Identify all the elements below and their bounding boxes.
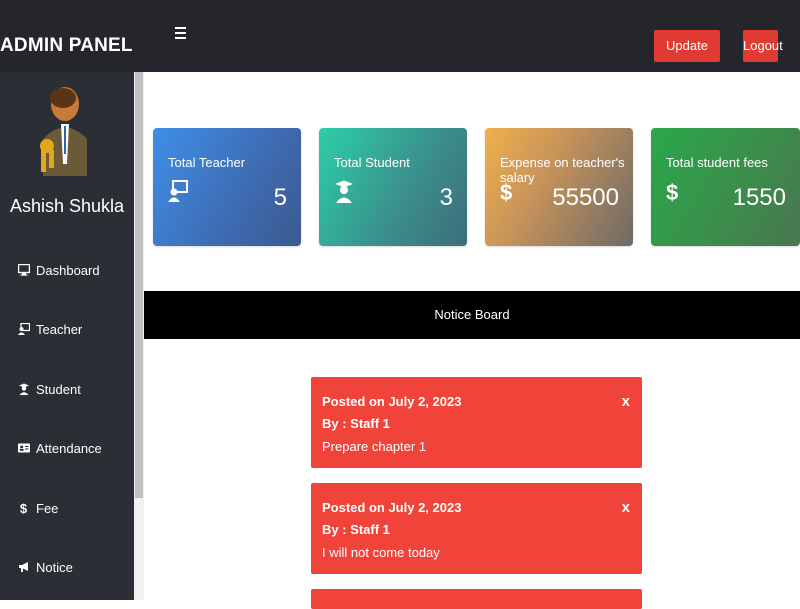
sidebar-item-label: Dashboard xyxy=(36,262,100,278)
notice-author: By : Staff 1 xyxy=(322,416,390,431)
close-icon[interactable]: x xyxy=(622,499,630,516)
notice-board-header: Notice Board xyxy=(144,291,800,339)
id-card-icon xyxy=(17,442,30,455)
stat-card-student-fees: Total student fees $ 1550 xyxy=(651,128,800,246)
megaphone-icon xyxy=(17,561,30,574)
teacher-icon xyxy=(17,323,30,336)
sidebar-scrollbar[interactable] xyxy=(134,72,144,600)
sidebar-item-label: Fee xyxy=(36,500,59,516)
notice-message: Prepare chapter 1 xyxy=(322,439,427,454)
stat-card-total-teacher: Total Teacher 5 xyxy=(153,128,301,246)
card-title: Total Teacher xyxy=(168,155,246,170)
sidebar-item-attendance[interactable]: Attendance xyxy=(17,439,102,457)
sidebar-item-dashboard[interactable]: Dashboard xyxy=(17,261,100,279)
top-navbar: ADMIN PANEL Update Profile Logout xyxy=(0,0,800,85)
notice-author: By : Staff 1 xyxy=(322,522,390,537)
close-icon[interactable]: x xyxy=(622,393,630,410)
sidebar: Ashish Shukla Dashboard Teacher Student … xyxy=(0,72,134,600)
notice-card: Posted on July 2, 2023 By : Staff 1 I wi… xyxy=(311,483,642,574)
sidebar-item-label: Notice xyxy=(36,559,73,575)
card-title: Total Student xyxy=(334,155,410,170)
menu-toggle-icon[interactable] xyxy=(175,27,186,40)
update-profile-button[interactable]: Update Profile xyxy=(654,30,720,85)
user-avatar-icon xyxy=(40,87,87,176)
sidebar-item-label: Teacher xyxy=(36,321,83,337)
user-name: Ashish Shukla xyxy=(9,196,125,216)
stat-card-teacher-salary: Expense on teacher's salary $ 55500 xyxy=(485,128,633,246)
notice-card: Posted on July 2, 2023 By : Staff 1 Prep… xyxy=(311,377,642,468)
card-value: 55500 xyxy=(552,184,619,211)
sidebar-item-label: Attendance xyxy=(36,440,102,456)
logout-button[interactable]: Logout xyxy=(743,30,783,62)
card-value: 5 xyxy=(273,184,287,211)
scrollbar-thumb[interactable] xyxy=(135,72,143,498)
card-value: 3 xyxy=(439,184,453,211)
sidebar-item-label: Student xyxy=(36,381,81,397)
sidebar-item-teacher[interactable]: Teacher xyxy=(17,320,82,338)
card-value: 1550 xyxy=(732,184,786,211)
dollar-icon: $ xyxy=(19,500,28,516)
notice-message: I will not come today xyxy=(322,545,440,560)
monitor-icon xyxy=(17,264,30,277)
sidebar-item-fee[interactable]: $ Fee xyxy=(17,499,59,517)
brand-title: ADMIN PANEL xyxy=(0,35,133,56)
notice-card xyxy=(311,589,642,609)
notice-posted-date: Posted on July 2, 2023 xyxy=(322,500,462,515)
dollar-icon: $ xyxy=(666,180,679,205)
notice-posted-date: Posted on July 2, 2023 xyxy=(322,394,462,409)
stat-card-total-student: Total Student 3 xyxy=(319,128,467,246)
sidebar-item-student[interactable]: Student xyxy=(17,380,81,398)
student-icon xyxy=(335,180,353,203)
student-icon xyxy=(17,383,30,396)
dollar-icon: $ xyxy=(500,180,513,205)
card-title: Total student fees xyxy=(666,155,768,170)
sidebar-item-notice[interactable]: Notice xyxy=(17,558,73,576)
teacher-icon xyxy=(168,180,188,202)
